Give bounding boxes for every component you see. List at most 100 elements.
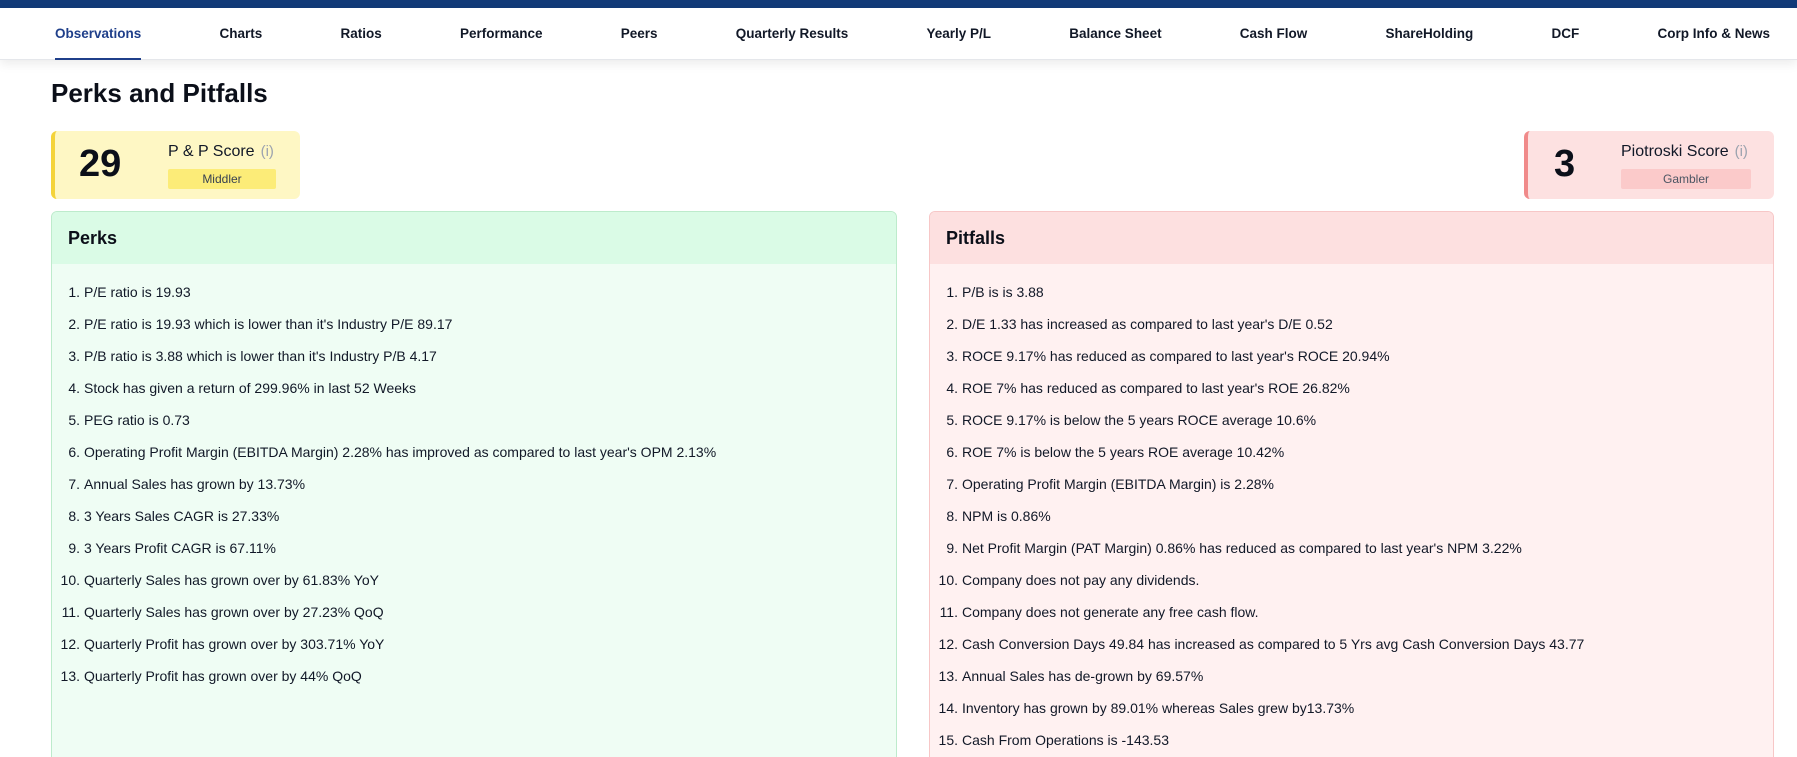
pitfalls-heading: Pitfalls — [930, 212, 1773, 264]
tab-shareholding[interactable]: ShareHolding — [1371, 8, 1489, 60]
tab-ratios[interactable]: Ratios — [325, 8, 396, 60]
list-item-text: Operating Profit Margin (EBITDA Margin) … — [962, 476, 1275, 492]
tab-corp-info-news[interactable]: Corp Info & News — [1642, 8, 1785, 60]
list-item-text: Company does not generate any free cash … — [962, 604, 1259, 620]
list-item-number: 7. — [68, 476, 80, 492]
list-item-text: NPM is 0.86% — [962, 508, 1051, 524]
piotroski-score-card: 3 Piotroski Score (i) Gambler — [1524, 131, 1774, 199]
list-item-text: P/B ratio is 3.88 which is lower than it… — [84, 348, 437, 364]
list-item-number: 3. — [68, 348, 80, 364]
tab-observations[interactable]: Observations — [40, 8, 156, 60]
pitfalls-list: 1. P/B is is 3.88 2. D/E 1.33 has increased… — [930, 264, 1773, 756]
list-item-text: Cash From Operations is -143.53 — [962, 732, 1169, 748]
list-item: 5. ROCE 9.17% is below the 5 years ROCE a… — [930, 404, 1773, 436]
list-item-number: 9. — [68, 540, 80, 556]
list-item-number: 4. — [946, 380, 958, 396]
piotroski-score-title: Piotroski Score (i) — [1621, 143, 1748, 161]
list-item-text: Operating Profit Margin (EBITDA Margin) … — [84, 444, 717, 460]
list-item-number: 1. — [946, 284, 958, 300]
piotroski-score-badge: Gambler — [1621, 169, 1751, 189]
perks-panel: Perks 1. P/E ratio is 19.93 2. P/E ratio is… — [51, 211, 897, 757]
list-item: 11. Company does not generate any free ca… — [930, 596, 1773, 628]
list-item-number: 2. — [946, 316, 958, 332]
tab-peers[interactable]: Peers — [606, 8, 673, 60]
list-item-number: 3. — [946, 348, 958, 364]
piotroski-score-value: 3 — [1554, 143, 1576, 185]
list-item-number: 8. — [68, 508, 80, 524]
list-item-number: 11. — [939, 604, 958, 620]
list-item-number: 2. — [68, 316, 80, 332]
pp-score-value: 29 — [79, 143, 122, 185]
list-item-text: PEG ratio is 0.73 — [84, 412, 190, 428]
list-item-text: Inventory has grown by 89.01% whereas Sa… — [962, 700, 1355, 716]
list-item-number: 6. — [946, 444, 958, 460]
list-item-text: D/E 1.33 has increased as compared to la… — [962, 316, 1333, 332]
list-item-number: 5. — [946, 412, 958, 428]
list-item-text: Cash Conversion Days 49.84 has increased… — [962, 636, 1585, 652]
list-item: 4. Stock has given a return of 299.96% in… — [52, 372, 896, 404]
list-item: 1. P/B is is 3.88 — [930, 276, 1773, 308]
list-item-number: 5. — [68, 412, 80, 428]
list-item-number: 15. — [938, 732, 958, 748]
list-item-number: 11. — [61, 604, 80, 620]
list-item-text: 3 Years Sales CAGR is 27.33% — [84, 508, 280, 524]
list-item-number: 1. — [68, 284, 80, 300]
tab-quarterly-results[interactable]: Quarterly Results — [721, 8, 864, 60]
pp-score-label: P & P Score — [168, 143, 255, 160]
list-item: 5. PEG ratio is 0.73 — [52, 404, 896, 436]
info-icon[interactable]: (i) — [1735, 143, 1748, 160]
list-item-number: 8. — [946, 508, 958, 524]
tab-cash-flow[interactable]: Cash Flow — [1225, 8, 1323, 60]
list-item: 6. Operating Profit Margin (EBITDA Margin… — [52, 436, 896, 468]
list-item-text: ROCE 9.17% is below the 5 years ROCE ave… — [962, 412, 1317, 428]
list-item: 8. 3 Years Sales CAGR is 27.33% — [52, 500, 896, 532]
list-item-text: Company does not pay any dividends. — [962, 572, 1200, 588]
perks-heading: Perks — [52, 212, 896, 264]
list-item: 9. 3 Years Profit CAGR is 67.11% — [52, 532, 896, 564]
list-item: 12. Cash Conversion Days 49.84 has increa… — [930, 628, 1773, 660]
list-item-number: 12. — [60, 636, 80, 652]
list-item-text: Quarterly Sales has grown over by 27.23%… — [84, 604, 384, 620]
list-item-number: 12. — [938, 636, 958, 652]
list-item: 4. ROE 7% has reduced as compared to last… — [930, 372, 1773, 404]
tab-performance[interactable]: Performance — [445, 8, 558, 60]
list-item: 15. Cash From Operations is -143.53 — [930, 724, 1773, 756]
page-title: Perks and Pitfalls — [51, 78, 268, 108]
list-item-text: Quarterly Profit has grown over by 303.7… — [84, 636, 385, 652]
list-item-text: Stock has given a return of 299.96% in l… — [84, 380, 417, 396]
tab-yearly-pl[interactable]: Yearly P/L — [912, 8, 1007, 60]
list-item-text: Net Profit Margin (PAT Margin) 0.86% has… — [962, 540, 1522, 556]
info-icon[interactable]: (i) — [261, 143, 274, 160]
list-item-text: ROE 7% is below the 5 years ROE average … — [962, 444, 1285, 460]
list-item: 6. ROE 7% is below the 5 years ROE averag… — [930, 436, 1773, 468]
list-item-text: Quarterly Sales has grown over by 61.83%… — [84, 572, 379, 588]
list-item-text: 3 Years Profit CAGR is 67.11% — [84, 540, 276, 556]
list-item: 7. Annual Sales has grown by 13.73% — [52, 468, 896, 500]
list-item-text: ROE 7% has reduced as compared to last y… — [962, 380, 1350, 396]
list-item: 1. P/E ratio is 19.93 — [52, 276, 896, 308]
list-item-text: Annual Sales has de-grown by 69.57% — [962, 668, 1204, 684]
list-item: 11. Quarterly Sales has grown over by 27.… — [52, 596, 896, 628]
list-item-number: 9. — [946, 540, 958, 556]
list-item: 10. Company does not pay any dividends. — [930, 564, 1773, 596]
perks-list: 1. P/E ratio is 19.93 2. P/E ratio is 19.93… — [52, 264, 896, 692]
list-item-number: 6. — [68, 444, 80, 460]
list-item: 3. ROCE 9.17% has reduced as compared to … — [930, 340, 1773, 372]
tab-charts[interactable]: Charts — [205, 8, 278, 60]
list-item-number: 7. — [946, 476, 958, 492]
pp-score-title: P & P Score (i) — [168, 143, 274, 161]
list-item-text: P/E ratio is 19.93 — [84, 284, 191, 300]
list-item-number: 13. — [938, 668, 958, 684]
list-item-number: 10. — [60, 572, 80, 588]
list-item: 7. Operating Profit Margin (EBITDA Margin… — [930, 468, 1773, 500]
list-item: 8. NPM is 0.86% — [930, 500, 1773, 532]
list-item: 2. D/E 1.33 has increased as compared to … — [930, 308, 1773, 340]
list-item-text: Quarterly Profit has grown over by 44% Q… — [84, 668, 362, 684]
list-item: 13. Annual Sales has de-grown by 69.57% — [930, 660, 1773, 692]
pitfalls-panel: Pitfalls 1. P/B is is 3.88 2. D/E 1.33 has … — [929, 211, 1774, 757]
list-item: 14. Inventory has grown by 89.01% whereas… — [930, 692, 1773, 724]
list-item: 3. P/B ratio is 3.88 which is lower than … — [52, 340, 896, 372]
tab-dcf[interactable]: DCF — [1537, 8, 1595, 60]
list-item: 10. Quarterly Sales has grown over by 61.… — [52, 564, 896, 596]
tab-balance-sheet[interactable]: Balance Sheet — [1054, 8, 1176, 60]
